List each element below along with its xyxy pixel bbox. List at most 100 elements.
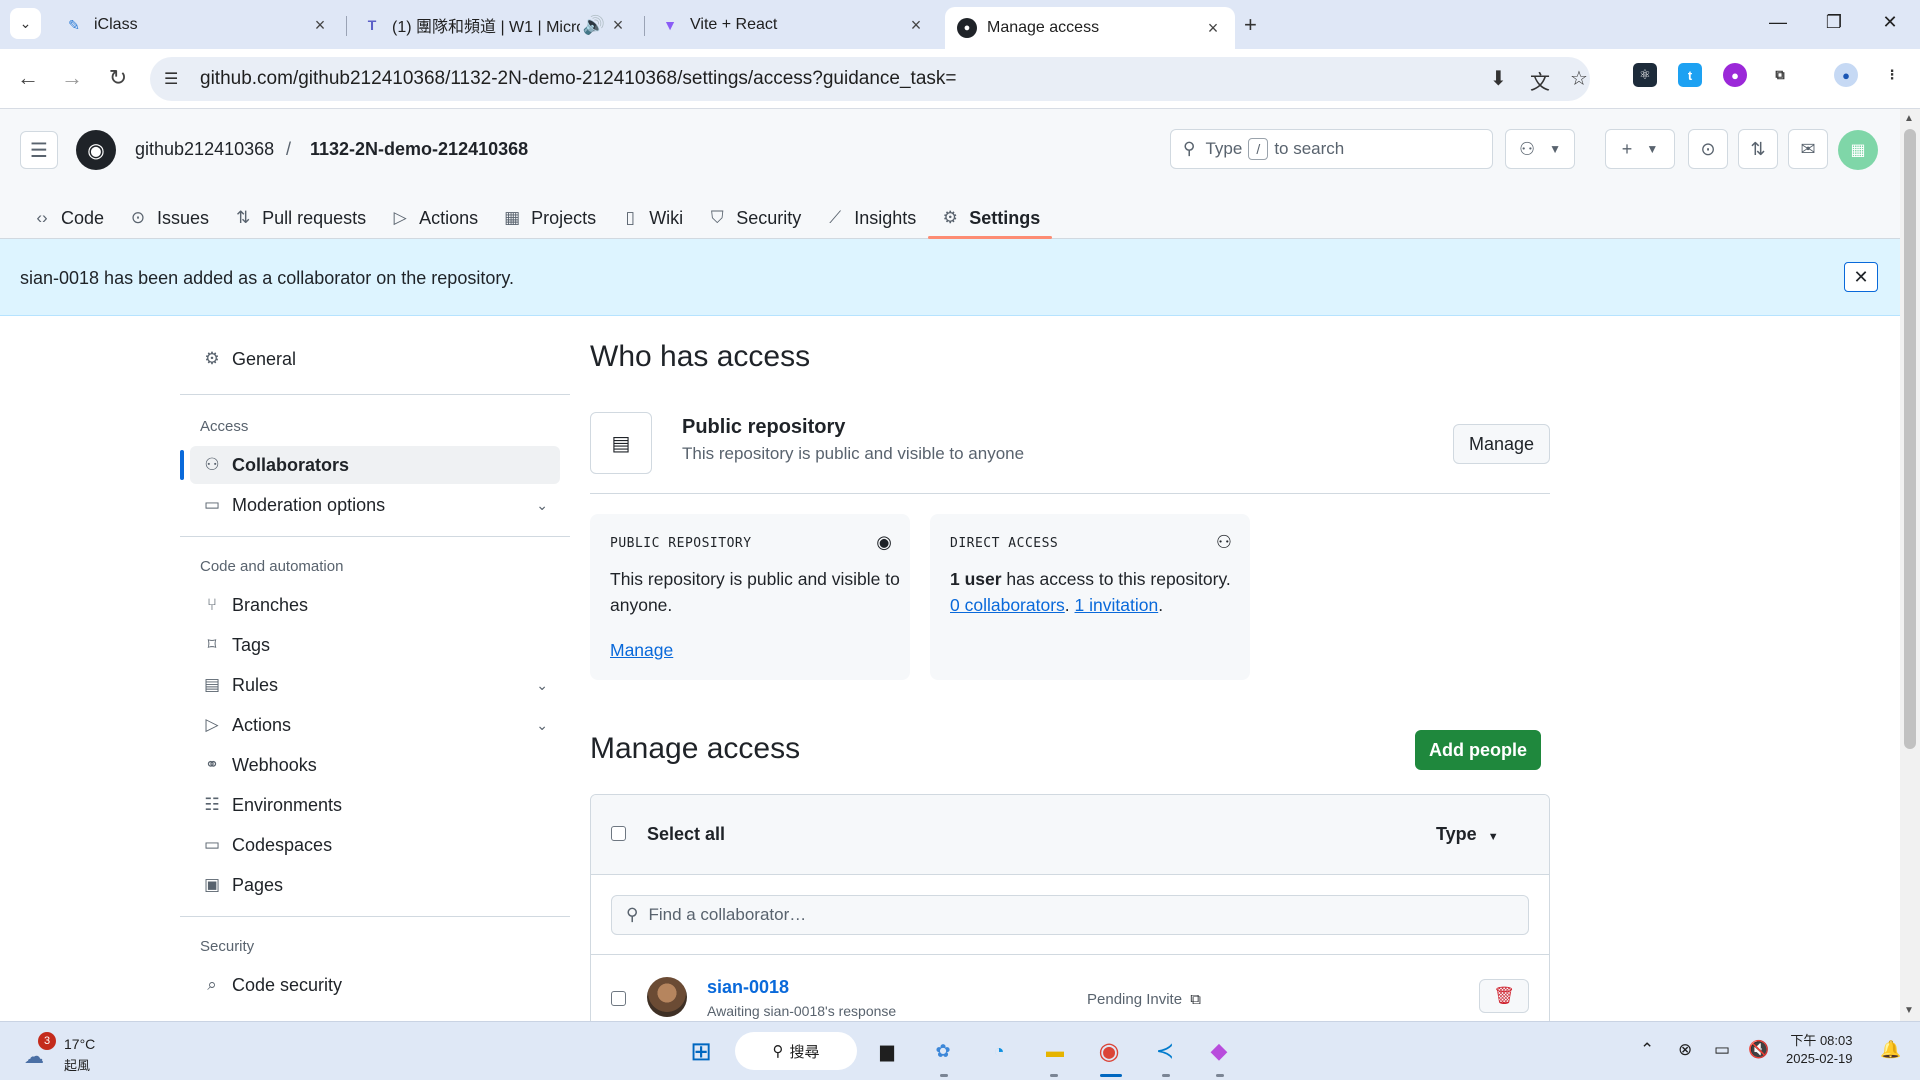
issue-icon: ⊙ — [130, 208, 146, 227]
extension-purple-icon[interactable]: ● — [1723, 63, 1747, 87]
search-input[interactable]: ⚲ Type / to search — [1170, 129, 1493, 169]
sidebar-item-tags[interactable]: ⌑ Tags — [190, 626, 560, 664]
task-view-icon[interactable]: ▆ — [870, 1034, 904, 1068]
app-droplet-icon[interactable]: ◆ — [1202, 1034, 1236, 1068]
tab-search-button[interactable]: ⌄ — [10, 8, 41, 39]
issues-button[interactable]: ⊙ — [1688, 129, 1728, 169]
copilot-app-icon[interactable]: ✿ — [926, 1034, 960, 1068]
sidebar-item-webhooks[interactable]: ⚭ Webhooks — [190, 746, 560, 784]
collaborator-avatar[interactable] — [647, 977, 687, 1017]
vscode-icon[interactable]: ≺ — [1148, 1034, 1182, 1068]
browser-tab-manage-access[interactable]: ● Manage access × — [945, 7, 1235, 49]
restore-icon[interactable]: ❐ — [1814, 12, 1854, 33]
browser-tab-teams[interactable]: T (1) 團隊和頻道 | W1 | Micro 🔊 × — [350, 7, 640, 43]
manage-link[interactable]: Manage — [610, 640, 673, 661]
notification-bell-icon[interactable]: 🔔 — [1880, 1040, 1901, 1060]
breadcrumb-owner[interactable]: github212410368 — [135, 139, 274, 160]
row-checkbox[interactable] — [611, 991, 626, 1006]
volume-muted-icon[interactable]: 🔇 — [1748, 1040, 1769, 1060]
tab-insights[interactable]: ⟋ Insights — [813, 197, 928, 239]
edge-browser-icon[interactable]: ◔ — [982, 1034, 1016, 1068]
find-collaborator-input[interactable]: ⚲ Find a collaborator… — [611, 895, 1529, 935]
browser-tab-vite[interactable]: ▼ Vite + React × — [648, 7, 938, 43]
tab-security[interactable]: ⛉ Security — [695, 197, 813, 239]
sidebar-item-environments[interactable]: ☷ Environments — [190, 786, 560, 824]
weather-temp: 17°C — [64, 1036, 96, 1052]
close-icon[interactable]: × — [906, 15, 926, 36]
new-tab-plus-icon[interactable]: + — [1244, 12, 1257, 38]
extension-t-icon[interactable]: t — [1678, 63, 1702, 87]
select-all-checkbox[interactable] — [611, 826, 626, 841]
menu-kebab-icon[interactable]: ⋮ — [1880, 63, 1904, 87]
tab-pull-requests[interactable]: ⇅ Pull requests — [221, 197, 378, 239]
inbox-button[interactable]: ✉ — [1788, 129, 1828, 169]
back-arrow-icon[interactable]: ← — [14, 65, 42, 91]
invitations-link[interactable]: 1 invitation — [1075, 595, 1159, 615]
scrollbar-thumb[interactable] — [1904, 129, 1916, 749]
add-people-button[interactable]: Add people — [1415, 730, 1541, 770]
weather-widget[interactable]: ☁ 3 17°C 起風 — [20, 1030, 100, 1073]
user-avatar[interactable]: ▦ — [1838, 130, 1878, 170]
tab-issues[interactable]: ⊙ Issues — [116, 197, 221, 239]
taskbar-search[interactable]: ⚲ 搜尋 — [735, 1032, 857, 1070]
tab-actions[interactable]: ▷ Actions — [378, 197, 490, 239]
profile-icon[interactable]: ● — [1834, 63, 1858, 87]
speaker-icon[interactable]: 🔊 — [580, 15, 608, 36]
scroll-up-icon[interactable]: ▲ — [1904, 113, 1914, 124]
sidebar-item-general[interactable]: ⚙ General — [190, 340, 560, 378]
close-icon[interactable]: × — [1203, 18, 1223, 39]
react-devtools-icon[interactable]: ⚛ — [1633, 63, 1657, 87]
forward-arrow-icon[interactable]: → — [58, 65, 86, 91]
start-windows-icon[interactable]: ⊞ — [684, 1034, 718, 1068]
sidebar-item-actions[interactable]: ▷ Actions ⌄ — [190, 706, 560, 744]
file-explorer-icon[interactable]: ▬ — [1038, 1034, 1072, 1068]
type-filter-dropdown[interactable]: Type ▼ — [1436, 824, 1499, 845]
copy-icon[interactable]: ⧉ — [1190, 991, 1201, 1008]
sidebar-item-label: Tags — [232, 634, 271, 655]
sidebar-item-moderation[interactable]: ▭ Moderation options ⌄ — [190, 486, 560, 524]
sidebar-item-pages[interactable]: ▣ Pages — [190, 866, 560, 904]
pull-requests-button[interactable]: ⇅ — [1738, 129, 1778, 169]
tab-settings[interactable]: ⚙ Settings — [928, 197, 1053, 239]
bookmark-star-icon[interactable]: ☆ — [1570, 66, 1588, 91]
show-hidden-icons-chevron[interactable]: ⌃ — [1640, 1040, 1654, 1060]
scroll-down-icon[interactable]: ▼ — [1904, 1005, 1914, 1016]
hamburger-menu-icon[interactable]: ☰ — [20, 131, 58, 169]
translate-icon[interactable]: 文 — [1530, 66, 1550, 95]
collaborators-link[interactable]: 0 collaborators — [950, 595, 1065, 615]
network-icon[interactable]: ▭ — [1714, 1040, 1730, 1060]
flash-close-button[interactable]: ✕ — [1844, 262, 1878, 292]
tab-projects[interactable]: ▦ Projects — [490, 197, 608, 239]
sidebar-item-rules[interactable]: ▤ Rules ⌄ — [190, 666, 560, 704]
address-bar[interactable]: ☰ github.com/github212410368/1132-2N-dem… — [150, 57, 1590, 101]
install-app-icon[interactable]: ⬇ — [1490, 66, 1507, 91]
close-icon[interactable]: × — [310, 15, 330, 36]
tray-app-icon[interactable]: ⊗ — [1678, 1040, 1692, 1060]
collaborator-name-link[interactable]: sian-0018 — [707, 977, 789, 998]
page-scrollbar[interactable]: ▲ ▼ — [1900, 109, 1920, 1021]
sidebar-item-code-security[interactable]: ⌕ Code security — [190, 966, 560, 1004]
remove-collaborator-button[interactable]: 🗑 — [1479, 979, 1529, 1013]
manage-visibility-button[interactable]: Manage — [1453, 424, 1550, 464]
window-close-icon[interactable]: ✕ — [1870, 12, 1910, 33]
system-clock[interactable]: 下午 08:03 2025-02-19 — [1786, 1032, 1853, 1068]
minimize-icon[interactable]: — — [1758, 12, 1798, 33]
copilot-button[interactable]: ⚇ ▼ — [1505, 129, 1575, 169]
sidebar-item-branches[interactable]: ⑂ Branches — [190, 586, 560, 624]
site-settings-icon[interactable]: ☰ — [164, 69, 188, 89]
reload-icon[interactable]: ↻ — [104, 65, 132, 91]
browser-tab-iclass[interactable]: ✎ iClass × — [52, 7, 342, 43]
close-icon: ✕ — [1853, 266, 1869, 287]
flash-banner: sian-0018 has been added as a collaborat… — [0, 239, 1900, 316]
close-icon[interactable]: × — [608, 15, 628, 36]
tab-wiki[interactable]: ▯ Wiki — [608, 197, 695, 239]
sidebar-item-codespaces[interactable]: ▭ Codespaces — [190, 826, 560, 864]
tab-code[interactable]: ‹› Code — [20, 197, 116, 239]
extensions-puzzle-icon[interactable]: ⧉ — [1768, 63, 1792, 87]
breadcrumb-repo[interactable]: 1132-2N-demo-212410368 — [310, 139, 528, 160]
create-new-button[interactable]: + ▼ — [1605, 129, 1675, 169]
tab-title: Vite + React — [690, 16, 778, 33]
sidebar-item-collaborators[interactable]: ⚇ Collaborators — [180, 446, 560, 484]
chrome-browser-icon[interactable]: ◉ — [1092, 1034, 1126, 1068]
github-logo-icon[interactable]: ◉ — [76, 130, 116, 170]
